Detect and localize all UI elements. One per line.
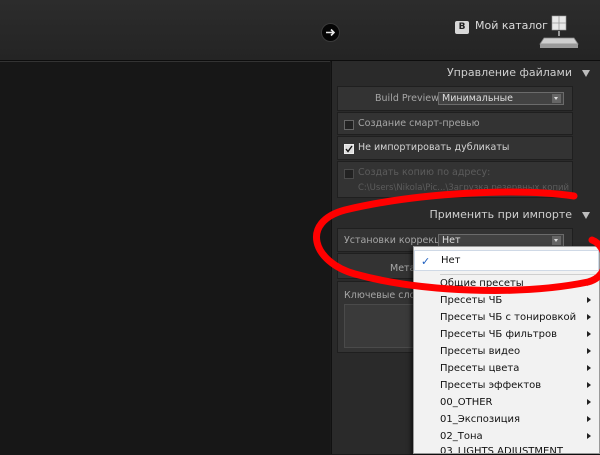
apply-during-import-title: Применить при импорте: [429, 208, 572, 221]
menu-item-label: Пресеты ЧБ фильтров: [440, 329, 557, 340]
menu-item-bw-presets[interactable]: Пресеты ЧБ: [414, 292, 599, 309]
catalog-name[interactable]: Мой каталог: [475, 19, 548, 32]
submenu-arrow-icon: [587, 348, 591, 354]
menu-item-exposure[interactable]: 01_Экспозиция: [414, 411, 599, 428]
menu-item-tones[interactable]: 02_Тона: [414, 428, 599, 445]
second-copy-label: Создать копию по адресу:: [358, 167, 491, 178]
chevron-down-icon: [552, 236, 561, 245]
build-previews-dropdown[interactable]: Минимальные: [438, 92, 564, 105]
build-previews-value: Минимальные: [442, 93, 513, 104]
menu-item-label: 03_LIGHTS ADJUSTMENT: [440, 446, 563, 453]
menu-item-other[interactable]: 00_OTHER: [414, 394, 599, 411]
menu-item-label: Нет: [441, 255, 461, 266]
menu-item-effect-presets[interactable]: Пресеты эффектов: [414, 377, 599, 394]
submenu-arrow-icon: [587, 433, 591, 439]
develop-settings-menu: ✓ Нет Общие пресеты Пресеты ЧБ Пресеты Ч…: [413, 246, 600, 454]
checkmark-icon: ✓: [421, 255, 431, 268]
menu-item-label: Пресеты ЧБ: [440, 295, 503, 306]
submenu-arrow-icon: [587, 280, 591, 286]
menu-item-label: 00_OTHER: [440, 397, 493, 408]
menu-item-label: 02_Тона: [440, 431, 483, 442]
menu-item-bw-filter-presets[interactable]: Пресеты ЧБ фильтров: [414, 326, 599, 343]
submenu-arrow-icon: [587, 297, 591, 303]
file-handling-title: Управление файлами: [446, 66, 572, 79]
hard-drive-icon[interactable]: [538, 8, 580, 50]
preview-area: [0, 61, 330, 455]
arrow-right-icon: [326, 28, 336, 37]
submenu-arrow-icon: [587, 314, 591, 320]
second-copy-row: Создать копию по адресу: C:\Users\Nikola…: [337, 161, 573, 198]
checkmark-icon: [345, 145, 353, 153]
menu-item-bw-toned-presets[interactable]: Пресеты ЧБ с тонировкой: [414, 309, 599, 326]
collapse-triangle-icon: [582, 70, 590, 77]
menu-item-label: Пресеты ЧБ с тонировкой: [440, 312, 577, 323]
submenu-arrow-icon: [587, 331, 591, 337]
smart-previews-label: Создание смарт-превью: [358, 118, 480, 129]
submenu-arrow-icon: [587, 399, 591, 405]
catalog-icon[interactable]: B: [455, 21, 469, 34]
menu-item-label: 01_Экспозиция: [440, 414, 521, 425]
no-duplicates-checkbox[interactable]: [344, 144, 354, 154]
apply-during-import-header[interactable]: Применить при импорте: [331, 206, 600, 224]
menu-item-general-presets[interactable]: Общие пресеты: [414, 275, 599, 292]
build-previews-label: Build Previews: [375, 93, 444, 104]
develop-settings-value: Нет: [442, 235, 461, 246]
menu-item-label: Пресеты эффектов: [440, 380, 542, 391]
forward-arrow-button[interactable]: [321, 23, 340, 42]
menu-item-color-presets[interactable]: Пресеты цвета: [414, 360, 599, 377]
smart-previews-row: Создание смарт-превью: [337, 112, 573, 135]
second-copy-checkbox[interactable]: [344, 169, 354, 179]
file-handling-header[interactable]: Управление файлами: [331, 64, 600, 82]
menu-item-none[interactable]: ✓ Нет: [414, 250, 599, 271]
menu-item-label: Пресеты цвета: [440, 363, 520, 374]
top-bar: B Мой каталог: [0, 0, 600, 61]
second-copy-path[interactable]: C:\Users\Nikola\Pic...\Загрузка резервны…: [358, 183, 569, 193]
no-duplicates-label: Не импортировать дубликаты: [358, 142, 510, 153]
menu-item-label: Пресеты видео: [440, 346, 521, 357]
menu-item-label: Общие пресеты: [440, 278, 524, 289]
submenu-arrow-icon: [587, 416, 591, 422]
build-previews-row: Build Previews Минимальные: [337, 86, 573, 111]
collapse-triangle-icon: [582, 212, 590, 219]
chevron-down-icon: [552, 94, 561, 103]
menu-item-video-presets[interactable]: Пресеты видео: [414, 343, 599, 360]
no-duplicates-row: Не импортировать дубликаты: [337, 136, 573, 160]
smart-previews-checkbox[interactable]: [344, 120, 354, 130]
submenu-arrow-icon: [587, 365, 591, 371]
menu-item-lights-adjustment[interactable]: 03_LIGHTS ADJUSTMENT: [414, 445, 599, 453]
develop-settings-label: Установки коррекции: [344, 235, 453, 246]
submenu-arrow-icon: [587, 382, 591, 388]
